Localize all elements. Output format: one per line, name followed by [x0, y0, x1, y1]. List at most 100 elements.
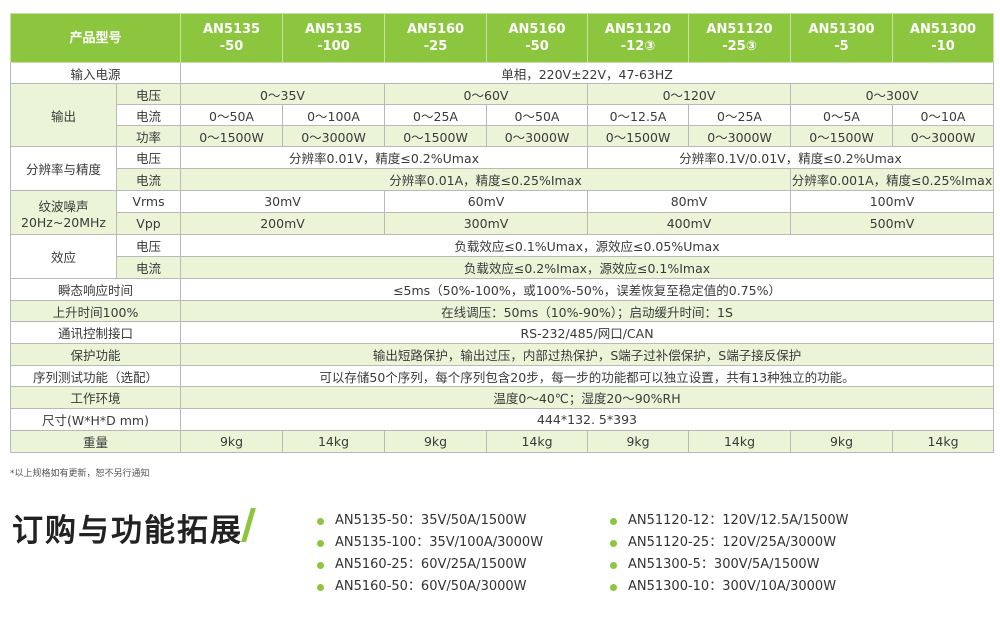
cell: 9kg: [180, 430, 284, 453]
cell: 负载效应≤0.1%Umax，源效应≤0.05%Umax: [180, 234, 995, 257]
cell: 0～25A: [688, 104, 792, 126]
bullet-icon: [317, 583, 324, 591]
cell: 0～100A: [282, 104, 386, 126]
row-label: 工作环境: [9, 386, 182, 409]
cell: 80mV: [587, 190, 792, 213]
cell: ≤5ms（50%-100%，或100%-50%，误差恢复至稳定值的0.75%）: [180, 278, 995, 301]
model-header: AN51120 -12③: [587, 13, 690, 63]
section-title: 订购与功能拓展: [12, 513, 243, 549]
cell: RS-232/485/网口/CAN: [180, 321, 995, 344]
cell: 0～1500W: [587, 125, 690, 147]
cell: 0～3000W: [688, 125, 792, 147]
interface-row: 通讯控制接口 RS-232/485/网口/CAN: [9, 321, 995, 344]
bullet-icon: [317, 561, 324, 569]
header-row: 产品型号 AN5135 -50 AN5135 -100 AN5160 -25 AN51…: [9, 13, 995, 63]
cell: 60mV: [384, 190, 589, 213]
model-header: AN51120 -25③: [688, 13, 792, 63]
row-label: 通讯控制接口: [9, 321, 182, 344]
bullet-icon: [610, 561, 617, 569]
row-label: 瞬态响应时间: [9, 278, 182, 301]
spec-table: 产品型号 AN5135 -50 AN5135 -100 AN5160 -25 AN51…: [9, 13, 995, 453]
output-voltage-row: 输出 电压 0～35V 0～60V 0～120V 0～300V: [10, 83, 995, 147]
cell: 444*132. 5*393: [180, 408, 995, 431]
ripple-vrms-row: 纹波噪声 20Hz~20MHz Vrms 30mV 60mV 80mV 100mV: [10, 190, 995, 235]
order-list-left: AN5135-50：35V/50A/1500W AN5135-100：35V/1…: [317, 510, 543, 598]
list-item: AN5135-100：35V/100A/3000W: [317, 532, 543, 554]
model-header: AN51300 -5: [790, 13, 894, 63]
rise-time-row: 上升时间100% 在线调压：50ms（10%-90%）；启动缓升时间：1S: [9, 300, 995, 322]
cell: 分辨率0.01A，精度≤0.25%Imax: [180, 168, 792, 191]
cell: 30mV: [180, 190, 386, 213]
model-header: AN5160 -50: [486, 13, 589, 63]
cell: 14kg: [688, 430, 792, 453]
cell: 500mV: [790, 212, 995, 235]
row-label: 保护功能: [9, 343, 182, 366]
input-power-row: 输入电源 单相，220V±22V，47-63HZ: [9, 62, 995, 84]
row-label: 效应: [10, 234, 117, 279]
cell: 14kg: [282, 430, 386, 453]
list-item: AN51300-5：300V/5A/1500W: [610, 554, 848, 576]
model-header: AN51300 -10: [892, 13, 995, 63]
cell: 0～3000W: [486, 125, 589, 147]
weight-row: 重量 9kg 14kg 9kg 14kg 9kg 14kg 9kg 14kg: [9, 430, 995, 453]
row-label: 纹波噪声 20Hz~20MHz: [10, 190, 117, 235]
cell: 0～50A: [180, 104, 284, 126]
cell: 负载效应≤0.2%Imax，源效应≤0.1%Imax: [180, 256, 995, 279]
cell: 9kg: [790, 430, 894, 453]
list-item: AN51120-25：120V/25A/3000W: [610, 532, 848, 554]
model-header: AN5160 -25: [384, 13, 488, 63]
regulation-current-row: 电流 负载效应≤0.2%Imax，源效应≤0.1%Imax: [11, 256, 995, 279]
cell: 0～35V: [180, 83, 386, 105]
cell: 在线调压：50ms（10%-90%）；启动缓升时间：1S: [180, 300, 995, 322]
sub-label: Vrms: [115, 190, 182, 213]
output-power-row: 功率 0～1500W 0～3000W 0～1500W 0～3000W 0～150…: [11, 125, 995, 147]
resolution-voltage-row: 分辨率与精度 电压 分辨率0.01V，精度≤0.2%Umax 分辨率0.1V/0…: [10, 146, 995, 191]
cell: 分辨率0.1V/0.01V，精度≤0.2%Umax: [587, 146, 995, 169]
sub-label: 电压: [115, 146, 182, 169]
cell: 可以存储50个序列，每个序列包含20步，每一步的功能都可以独立设置，共有13种独…: [180, 365, 995, 387]
bullet-icon: [317, 539, 324, 547]
sub-label: Vpp: [115, 212, 182, 235]
cell: 0～1500W: [790, 125, 894, 147]
row-label: 分辨率与精度: [10, 146, 117, 191]
bullet-icon: [610, 539, 617, 547]
row-label: 上升时间100%: [9, 300, 182, 322]
sub-label: 电流: [115, 104, 182, 126]
bullet-icon: [610, 517, 617, 525]
transient-row: 瞬态响应时间 ≤5ms（50%-100%，或100%-50%，误差恢复至稳定值的…: [9, 278, 995, 301]
sequence-row: 序列测试功能（选配） 可以存储50个序列，每个序列包含20步，每一步的功能都可以…: [9, 365, 995, 387]
cell: 分辨率0.001A，精度≤0.25%Imax: [790, 168, 995, 191]
row-label: 输入电源: [9, 62, 182, 84]
model-header-label: 产品型号: [9, 13, 182, 63]
cell: 0～1500W: [180, 125, 284, 147]
sub-label: 电压: [115, 234, 182, 257]
bullet-icon: [317, 517, 324, 525]
cell: 14kg: [892, 430, 995, 453]
cell: 0～50A: [486, 104, 589, 126]
ripple-vpp-row: Vpp 200mV 300mV 400mV 500mV: [11, 212, 995, 235]
cell: 分辨率0.01V，精度≤0.2%Umax: [180, 146, 589, 169]
row-label: 尺寸(W*H*D mm): [9, 408, 182, 431]
list-item: AN5160-25：60V/25A/1500W: [317, 554, 543, 576]
list-item: AN51300-10：300V/10A/3000W: [610, 576, 848, 598]
cell: 0～60V: [384, 83, 589, 105]
cell: 200mV: [180, 212, 386, 235]
cell: 0～120V: [587, 83, 792, 105]
sub-label: 电流: [115, 256, 182, 279]
row-label: 序列测试功能（选配）: [9, 365, 182, 387]
cell: 0～3000W: [282, 125, 386, 147]
resolution-current-row: 电流 分辨率0.01A，精度≤0.25%Imax 分辨率0.001A，精度≤0.…: [11, 168, 995, 191]
cell: 0～300V: [790, 83, 995, 105]
order-list-right: AN51120-12：120V/12.5A/1500W AN51120-25：1…: [610, 510, 848, 598]
cell: 300mV: [384, 212, 589, 235]
protection-row: 保护功能 输出短路保护，输出过压，内部过热保护，S端子过补偿保护，S端子接反保护: [9, 343, 995, 366]
sub-label: 电流: [115, 168, 182, 191]
row-label: 重量: [9, 430, 182, 453]
cell: 0～3000W: [892, 125, 995, 147]
cell: 0～25A: [384, 104, 488, 126]
cell: 14kg: [486, 430, 589, 453]
output-current-row: 电流 0～50A 0～100A 0～25A 0～50A 0～12.5A 0～25…: [11, 104, 995, 126]
list-item: AN51120-12：120V/12.5A/1500W: [610, 510, 848, 532]
cell: 输出短路保护，输出过压，内部过热保护，S端子过补偿保护，S端子接反保护: [180, 343, 995, 366]
cell: 0～1500W: [384, 125, 488, 147]
